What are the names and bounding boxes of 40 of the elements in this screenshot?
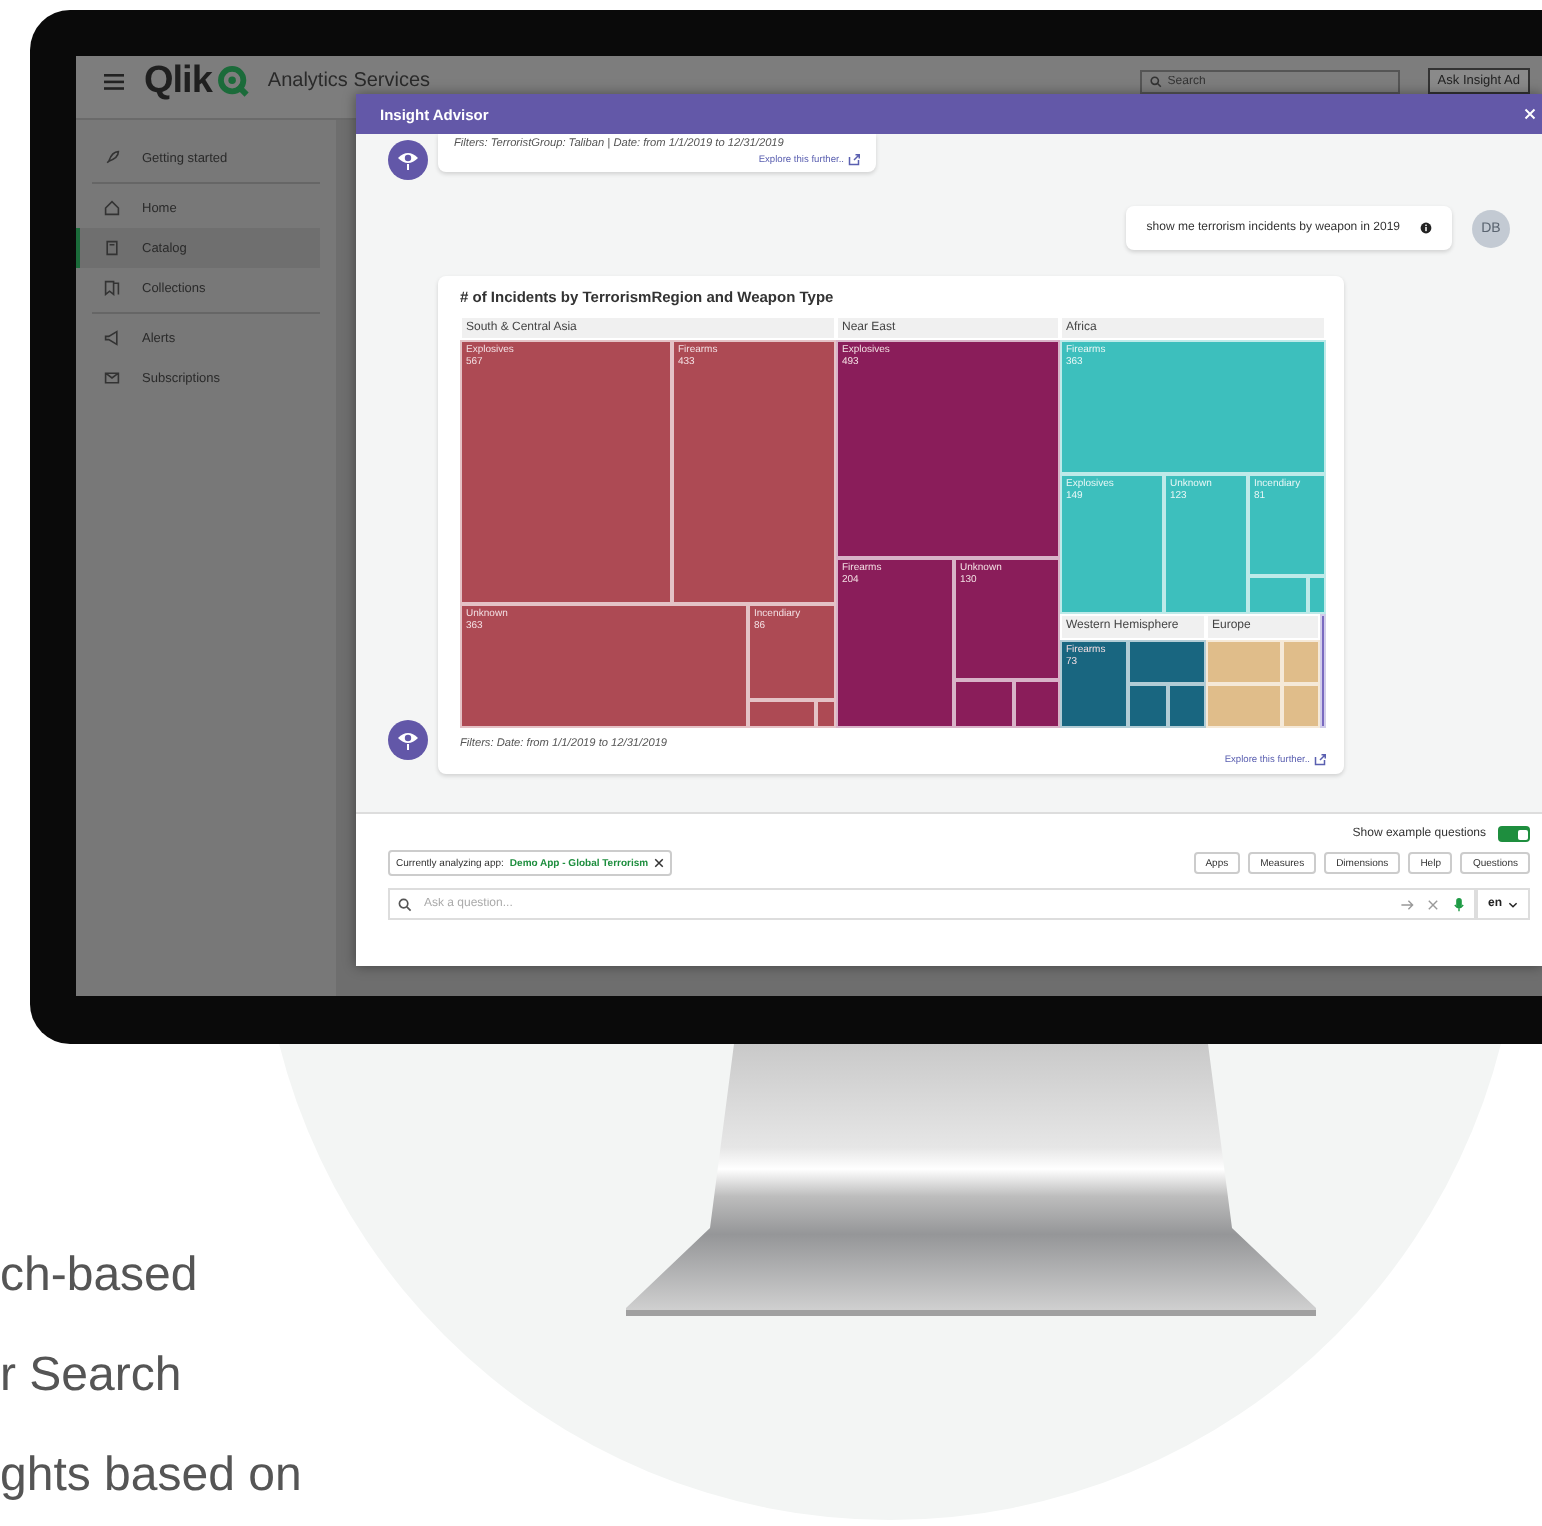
treemap-tile[interactable]	[1168, 684, 1206, 728]
treemap-tile[interactable]	[1128, 684, 1168, 728]
treemap-tile[interactable]	[1206, 640, 1282, 684]
assistant-icon	[388, 140, 428, 180]
menu-icon[interactable]	[104, 73, 124, 89]
treemap-tile[interactable]	[954, 680, 1014, 728]
treemap-tile[interactable]	[816, 700, 836, 728]
treemap-tile[interactable]	[1320, 614, 1326, 728]
toggle-switch[interactable]	[1498, 826, 1530, 842]
nav-icon	[104, 370, 120, 386]
microphone-icon[interactable]	[1451, 897, 1466, 911]
assistant-icon	[388, 720, 428, 760]
arrow-right-icon[interactable]	[1399, 897, 1414, 911]
treemap-tile[interactable]	[1282, 684, 1320, 728]
caret-icon	[1508, 901, 1518, 907]
external-link-icon	[1314, 754, 1326, 766]
nav-icon	[104, 200, 120, 216]
search-icon	[398, 897, 412, 911]
nav-icon	[104, 330, 120, 346]
body-text: ghts based on	[0, 1448, 302, 1504]
body-text: r Search	[0, 1348, 184, 1404]
nav-icon	[104, 240, 120, 256]
treemap-tile[interactable]	[1206, 684, 1282, 728]
product-name: Analytics Services	[267, 70, 431, 92]
external-link-icon	[848, 154, 860, 166]
treemap-tile[interactable]	[1308, 576, 1326, 614]
treemap-tile[interactable]	[1248, 576, 1308, 614]
treemap-tile[interactable]	[1014, 680, 1060, 728]
treemap-tile[interactable]	[748, 700, 816, 728]
nav-icon	[104, 280, 120, 296]
treemap-tile[interactable]	[1282, 640, 1320, 684]
nav-icon	[104, 150, 120, 166]
close-icon[interactable]	[654, 858, 665, 868]
body-text: ch-based	[0, 1248, 200, 1304]
search-icon	[1149, 75, 1162, 87]
treemap-tile[interactable]	[1128, 640, 1206, 684]
info-icon[interactable]	[1420, 222, 1432, 234]
clear-icon[interactable]	[1425, 897, 1440, 911]
logo-text: Qlik	[144, 59, 212, 103]
logo-icon	[215, 64, 250, 98]
